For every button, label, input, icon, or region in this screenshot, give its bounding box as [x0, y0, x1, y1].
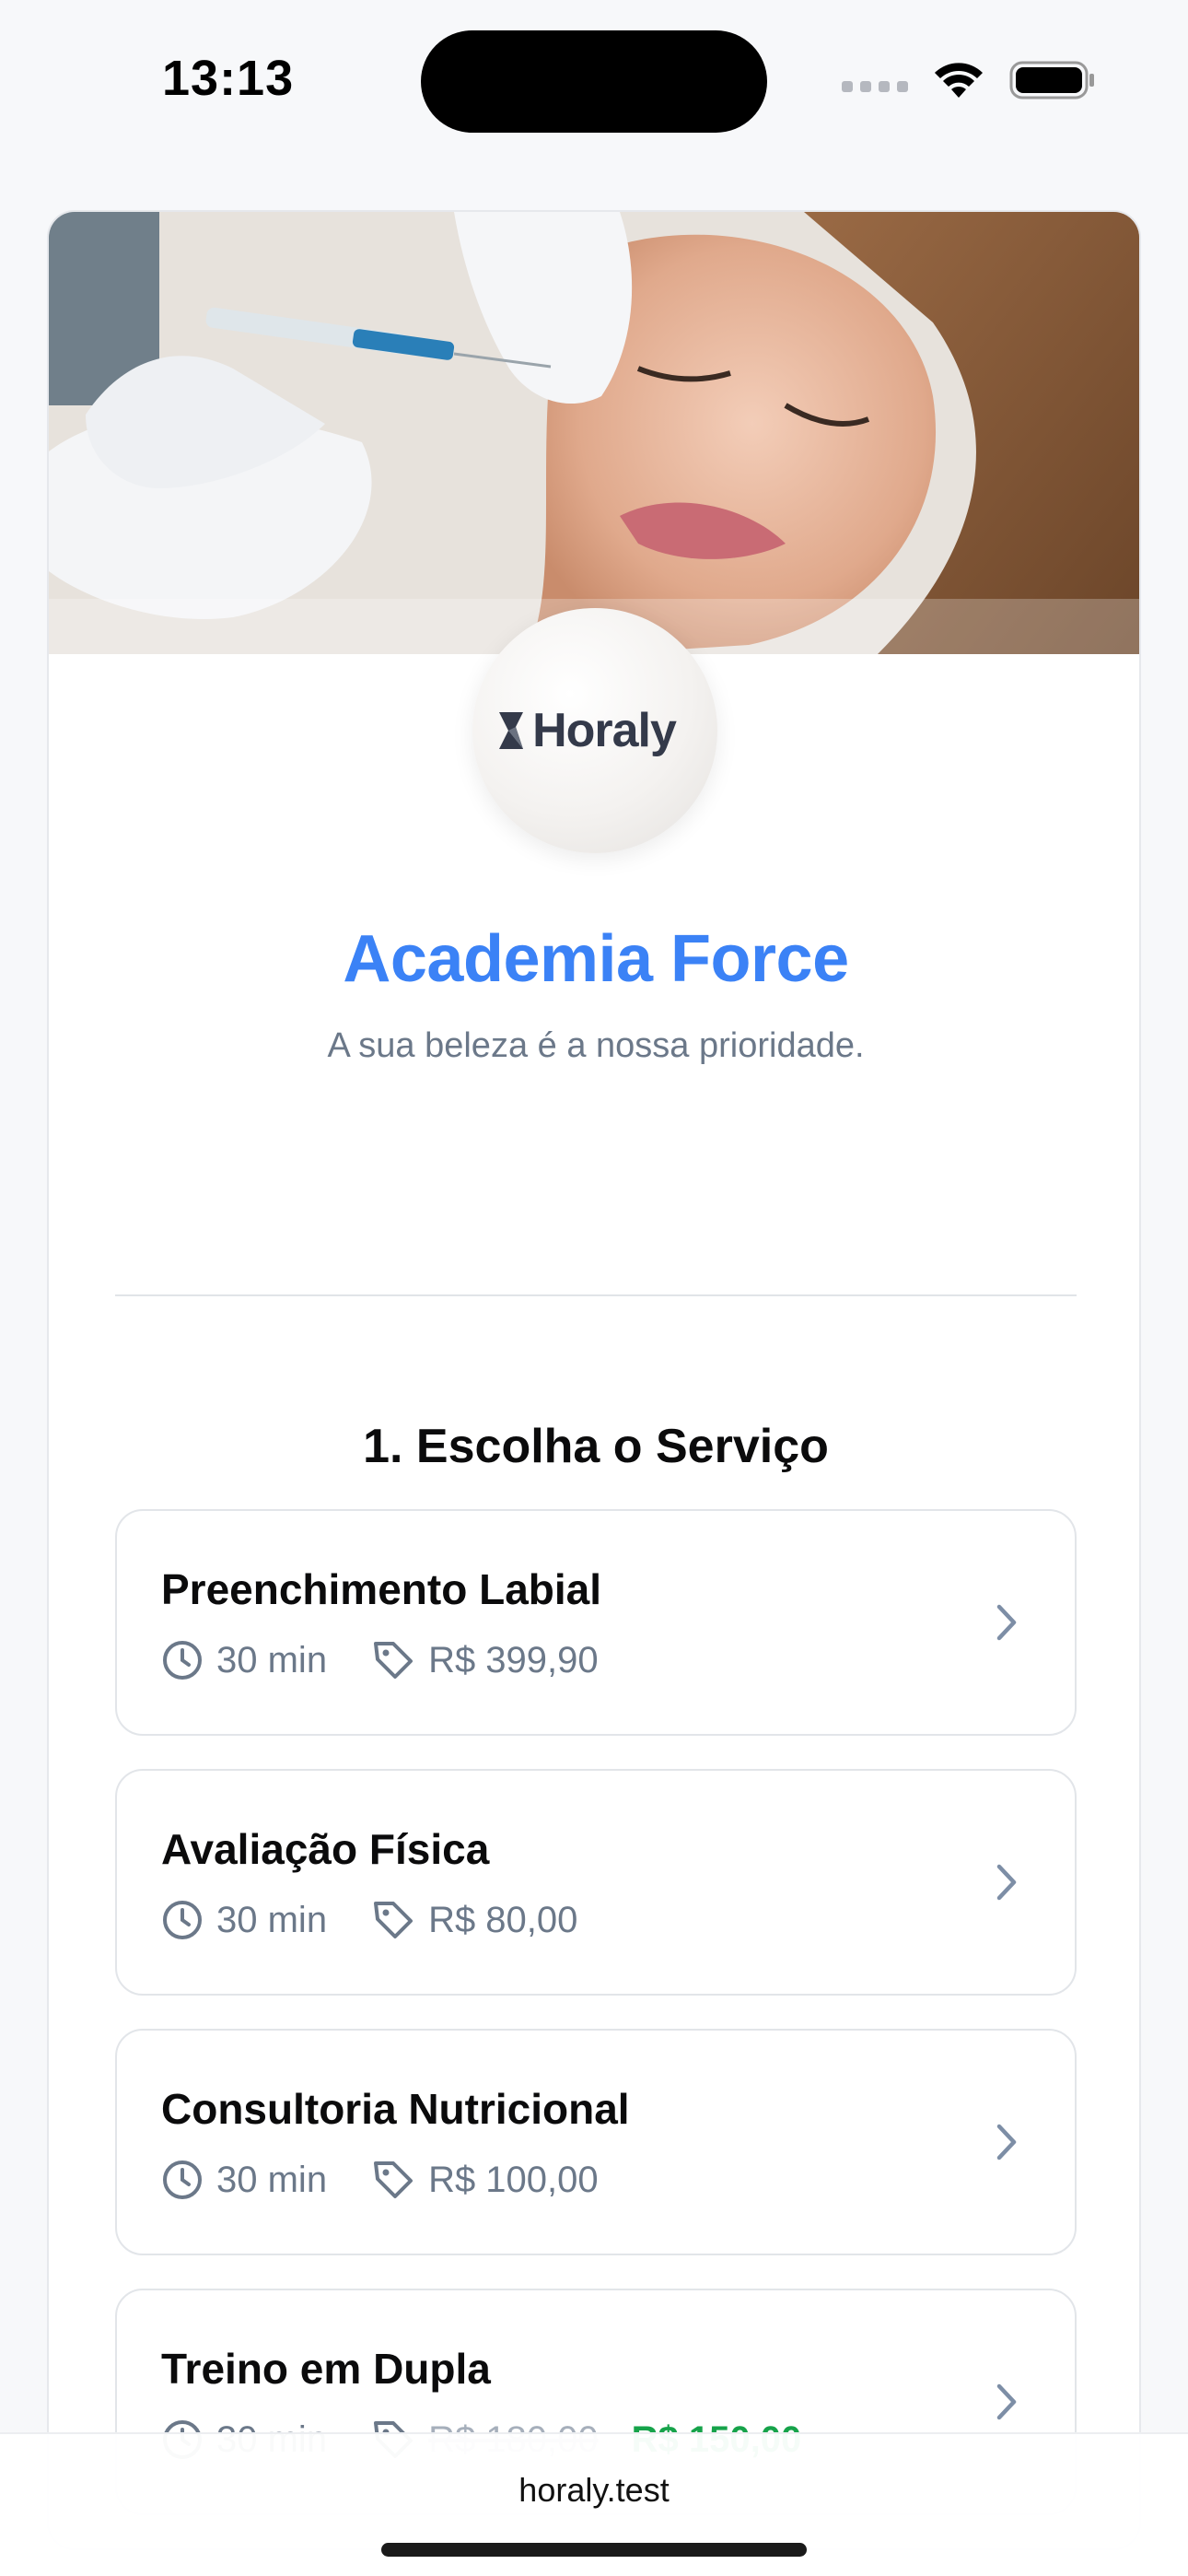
service-duration-text: 30 min — [216, 2159, 328, 2200]
clock-icon — [163, 2160, 202, 2199]
service-name: Preenchimento Labial — [161, 1565, 602, 1613]
section-divider — [115, 1294, 1077, 1296]
service-price: R$ 100,00 — [371, 2158, 599, 2202]
service-name: Consultoria Nutricional — [161, 2085, 630, 2133]
dynamic-island — [421, 30, 767, 133]
service-duration-text: 30 min — [216, 1639, 328, 1680]
service-duration-text: 30 min — [216, 1899, 328, 1940]
home-indicator[interactable] — [381, 2543, 807, 2557]
logo-wordmark: Horaly — [495, 703, 677, 758]
chevron-right-icon — [996, 1604, 1017, 1641]
wifi-icon — [935, 63, 983, 98]
chevron-right-icon — [996, 1864, 1017, 1901]
browser-url[interactable]: horaly.test — [0, 2471, 1188, 2510]
step-title: 1. Escolha o Serviço — [363, 1420, 829, 1473]
status-bar: 13:13 — [0, 0, 1188, 157]
clock-icon — [163, 1641, 202, 1680]
service-duration: 30 min — [161, 1899, 327, 1941]
chevron-right-icon — [996, 2383, 1017, 2420]
service-duration: 30 min — [161, 1639, 327, 1681]
hero-photo-illustration — [49, 212, 1139, 654]
service-item-avaliacao-fisica[interactable]: Avaliação Física 30 min R$ 80,00 — [115, 1769, 1077, 1996]
price-tag-icon — [374, 2161, 413, 2198]
business-name: Academia Force — [343, 922, 849, 996]
hero-image — [49, 212, 1139, 654]
service-meta: 30 min R$ 399,90 — [161, 1638, 599, 1682]
service-price-text: R$ 399,90 — [428, 1639, 599, 1680]
status-icons — [842, 57, 1096, 103]
business-tagline: A sua beleza é a nossa prioridade. — [327, 1026, 865, 1065]
service-name: Avaliação Física — [161, 1825, 490, 1873]
service-price: R$ 399,90 — [371, 1638, 599, 1682]
browser-bottom-bar: horaly.test — [0, 2432, 1188, 2576]
service-price-text: R$ 100,00 — [428, 2159, 599, 2200]
service-duration: 30 min — [161, 2159, 327, 2201]
clock-icon — [163, 1901, 202, 1939]
business-logo: Horaly — [472, 608, 717, 853]
booking-card: Horaly Academia Force A sua beleza é a n… — [47, 210, 1141, 2550]
chevron-right-icon — [996, 2124, 1017, 2160]
service-name: Treino em Dupla — [161, 2345, 491, 2393]
service-item-preenchimento-labial[interactable]: Preenchimento Labial 30 min R$ 399,90 — [115, 1509, 1077, 1736]
service-price: R$ 80,00 — [371, 1898, 577, 1942]
logo-text: Horaly — [532, 704, 677, 757]
service-meta: 30 min R$ 100,00 — [161, 2158, 599, 2202]
price-tag-icon — [374, 1642, 413, 1679]
battery-icon — [1009, 61, 1094, 100]
logo-mark-icon — [499, 712, 524, 749]
status-time: 13:13 — [162, 51, 295, 106]
service-price-text: R$ 80,00 — [428, 1899, 578, 1940]
signal-icon — [842, 81, 908, 92]
price-tag-icon — [374, 1902, 413, 1938]
service-item-consultoria-nutricional[interactable]: Consultoria Nutricional 30 min R$ 100,00 — [115, 2029, 1077, 2255]
service-meta: 30 min R$ 80,00 — [161, 1898, 577, 1942]
